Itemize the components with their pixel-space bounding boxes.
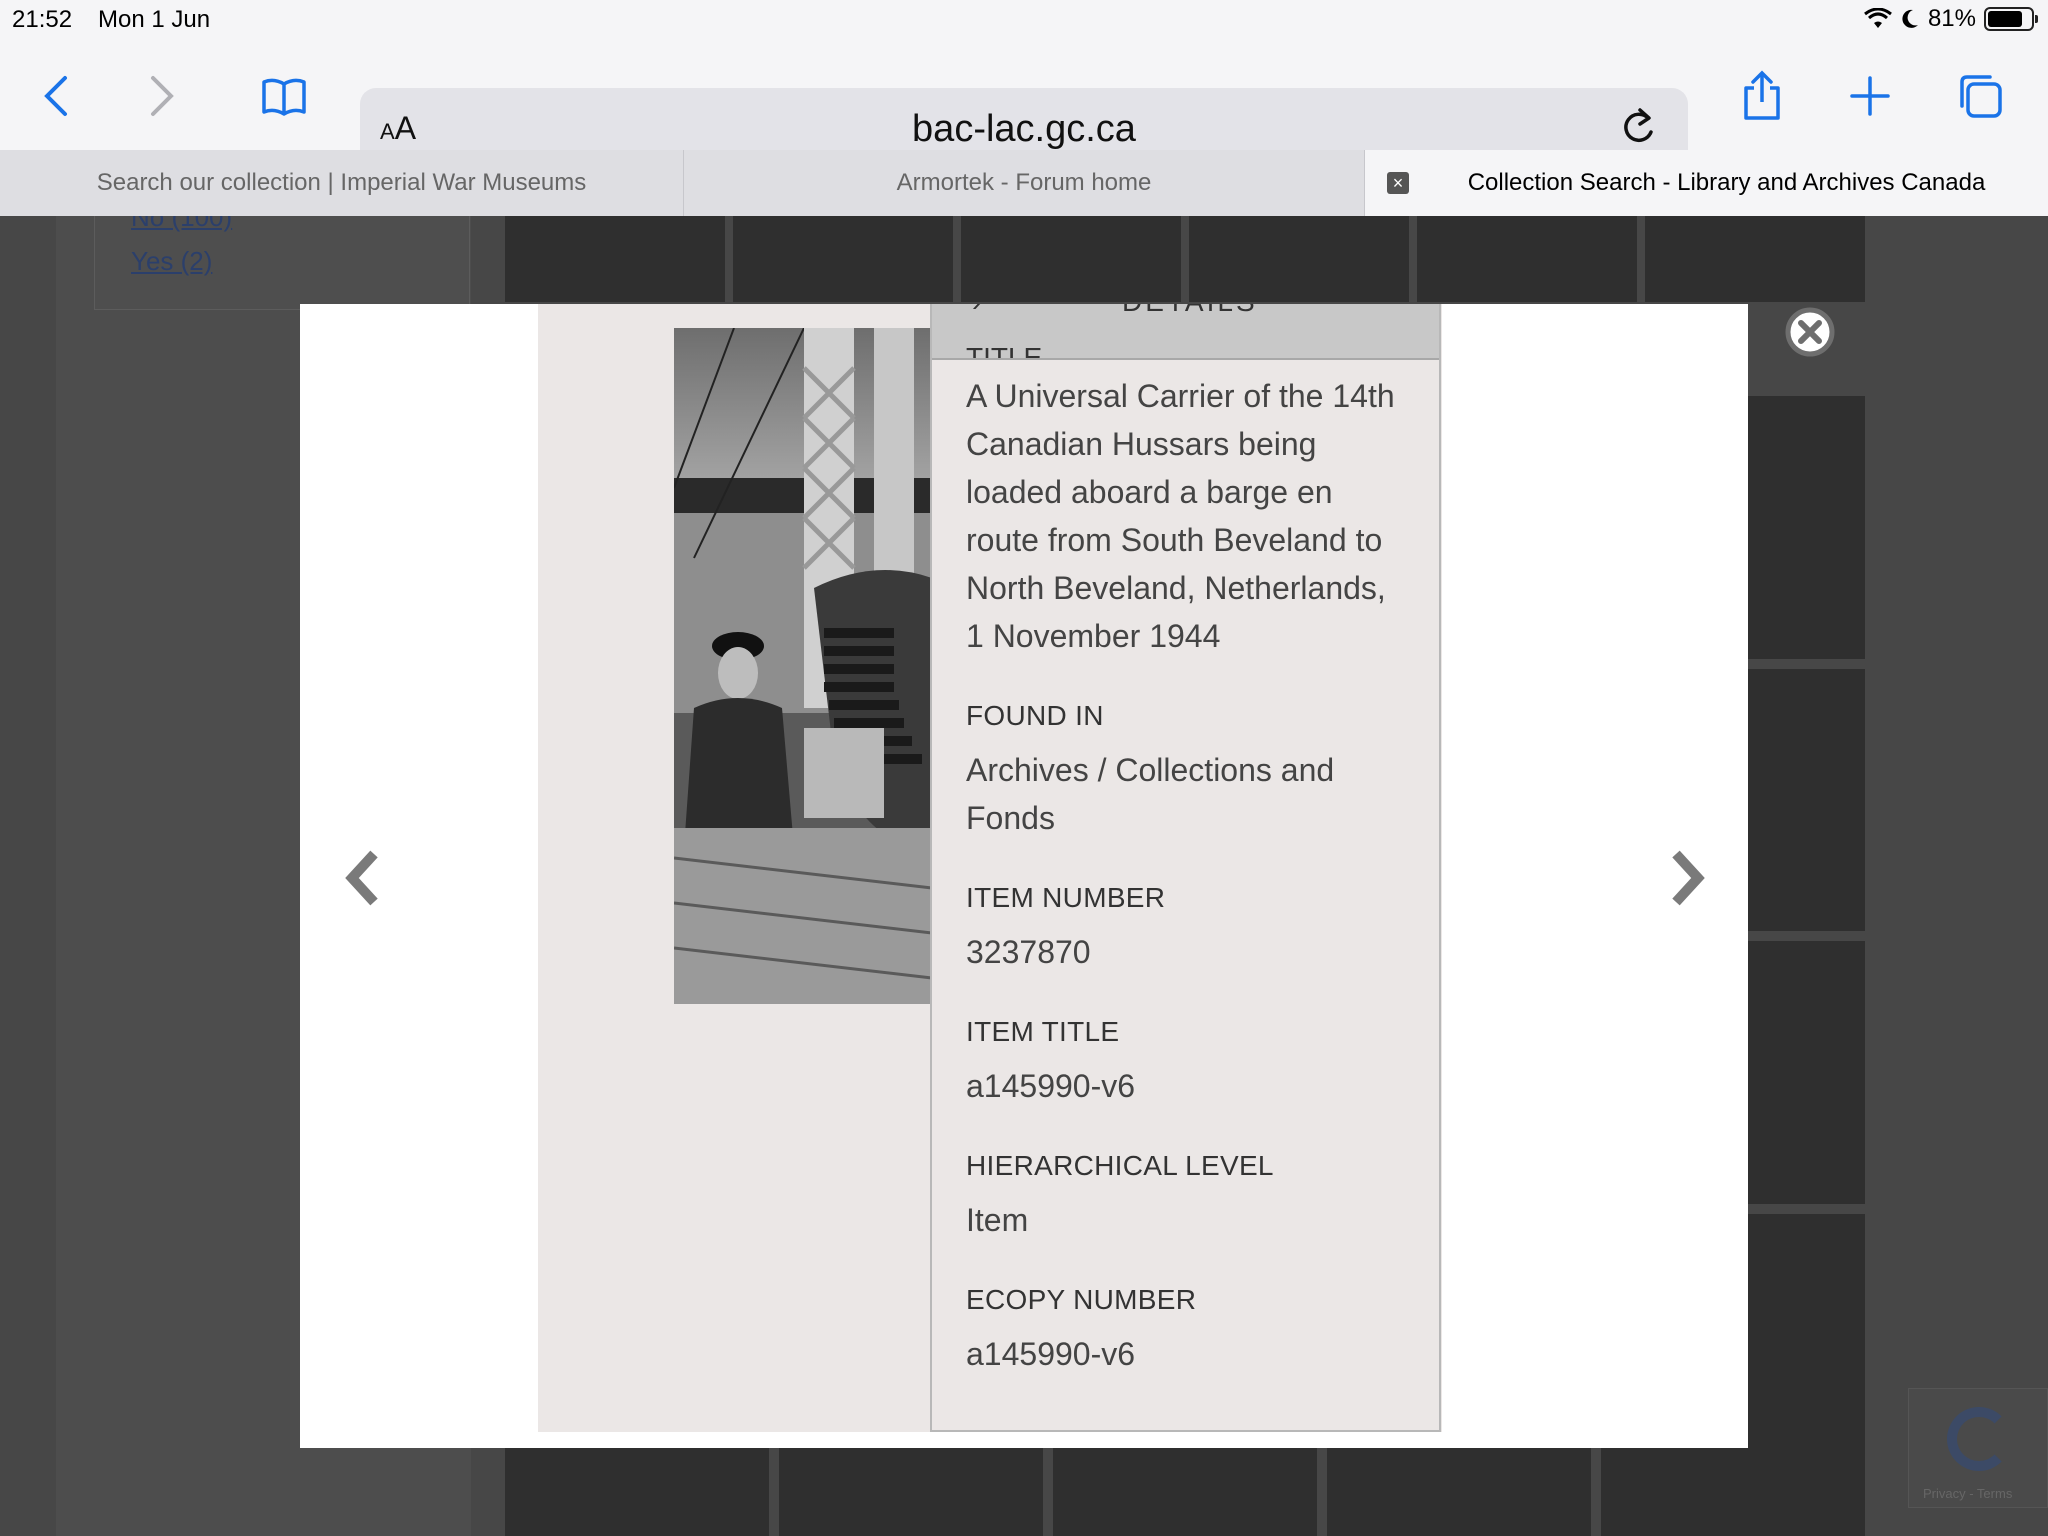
thumbnail[interactable] — [1747, 941, 1865, 1204]
modal-close-button[interactable] — [1784, 306, 1836, 358]
status-date: Mon 1 Jun — [98, 6, 211, 33]
recaptcha-icon — [1947, 1407, 2011, 1471]
tabs-overview-button[interactable] — [1952, 68, 2008, 124]
tab-armortek[interactable]: Armortek - Forum home — [684, 150, 1365, 216]
item-number-value: 3237870 — [966, 934, 1091, 970]
details-heading: DETAILS — [1122, 304, 1258, 318]
hierarchical-level-label: HIERARCHICAL LEVEL — [966, 1150, 1274, 1181]
wifi-icon — [1864, 8, 1892, 28]
thumbnail-row-top — [505, 216, 1865, 302]
url-text[interactable]: bac-lac.gc.ca — [360, 108, 1688, 151]
item-number-label: ITEM NUMBER — [966, 882, 1166, 913]
new-tab-button[interactable] — [1842, 68, 1898, 124]
thumbnail[interactable] — [961, 216, 1181, 302]
battery-icon — [1984, 7, 2038, 31]
field-item-title: ITEM TITLE a145990-v6 — [966, 1016, 1406, 1110]
tabs-overview-icon — [1960, 75, 2002, 118]
new-tab-icon — [1850, 76, 1890, 116]
thumbnail[interactable] — [733, 216, 953, 302]
thumbnail[interactable] — [1645, 216, 1865, 302]
thumbnail[interactable] — [1053, 1448, 1317, 1536]
browser-toolbar: AA bac-lac.gc.ca — [0, 40, 2048, 168]
forward-icon — [151, 76, 174, 116]
bookmarks-button[interactable] — [256, 68, 312, 124]
ecopy-number-value: a145990-v6 — [966, 1336, 1136, 1372]
reload-button[interactable] — [1618, 106, 1658, 155]
thumbnail[interactable] — [1601, 1448, 1865, 1536]
found-in-value: Archives / Collections and Fonds — [966, 752, 1335, 836]
recaptcha-links[interactable]: Privacy - Terms — [1923, 1486, 2012, 1501]
battery-percent: 81% — [1927, 5, 1976, 32]
filter-yes-link[interactable]: Yes (2) — [131, 246, 212, 277]
next-image-button[interactable] — [1668, 848, 1708, 908]
details-chevron-icon: › — [972, 304, 981, 318]
item-title-label: ITEM TITLE — [966, 1016, 1120, 1047]
field-ecopy-number: ECOPY NUMBER a145990-v6 — [966, 1284, 1406, 1378]
status-time: 21:52 — [12, 6, 73, 33]
thumbnail-row-bottom — [505, 1448, 1865, 1536]
back-button[interactable] — [28, 68, 84, 124]
found-in-label: FOUND IN — [966, 700, 1104, 731]
thumbnail[interactable] — [1747, 1213, 1865, 1476]
moon-icon — [1902, 9, 1918, 28]
tab-label: Armortek - Forum home — [896, 169, 1152, 196]
recaptcha-badge[interactable]: Privacy - Terms — [1908, 1388, 2048, 1508]
tab-label: Search our collection | Imperial War Mus… — [96, 169, 587, 196]
status-bar: 21:52 Mon 1 Jun 81% — [0, 0, 2048, 40]
archive-photo[interactable] — [674, 328, 932, 1004]
chevron-left-icon — [345, 850, 378, 906]
tab-imperial-war-museums[interactable]: Search our collection | Imperial War Mus… — [0, 150, 684, 216]
tab-bar: Search our collection | Imperial War Mus… — [0, 150, 2048, 216]
back-icon — [44, 76, 67, 116]
tab-collection-search[interactable]: × Collection Search - Library and Archiv… — [1365, 150, 2048, 216]
filter-box: No (100) Yes (2) — [94, 216, 470, 310]
reload-icon — [1624, 108, 1653, 142]
thumbnail[interactable] — [1417, 216, 1637, 302]
thumbnail[interactable] — [505, 216, 725, 302]
close-circle-icon — [1785, 307, 1835, 357]
photo-image — [674, 328, 932, 1004]
details-panel: › DETAILS TITLE A Universal Carrier of t… — [930, 304, 1441, 1432]
status-right: 81% — [1864, 5, 2038, 33]
bookmarks-icon — [262, 78, 306, 116]
thumbnail[interactable] — [505, 1448, 769, 1536]
field-found-in: FOUND IN Archives / Collections and Fond… — [966, 700, 1406, 842]
title-value: A Universal Carrier of the 14th Canadian… — [966, 378, 1395, 654]
details-body: TITLE A Universal Carrier of the 14th Ca… — [966, 342, 1406, 1408]
hierarchical-level-value: Item — [966, 1202, 1029, 1238]
item-title-value: a145990-v6 — [966, 1068, 1136, 1104]
forward-button[interactable] — [134, 68, 190, 124]
share-icon — [1744, 70, 1780, 120]
previous-image-button[interactable] — [342, 848, 382, 908]
chevron-right-icon — [1672, 850, 1705, 906]
thumbnail-column-right — [1747, 396, 1865, 1476]
thumbnail[interactable] — [779, 1448, 1043, 1536]
thumbnail[interactable] — [1327, 1448, 1591, 1536]
thumbnail[interactable] — [1189, 216, 1409, 302]
field-hierarchical-level: HIERARCHICAL LEVEL Item — [966, 1150, 1406, 1244]
filter-no-link[interactable]: No (100) — [131, 216, 232, 233]
thumbnail[interactable] — [1747, 396, 1865, 659]
share-button[interactable] — [1734, 68, 1790, 124]
field-item-number: ITEM NUMBER 3237870 — [966, 882, 1406, 976]
title-label: TITLE — [966, 342, 1043, 358]
field-title: TITLE A Universal Carrier of the 14th Ca… — [966, 342, 1406, 660]
thumbnail[interactable] — [1747, 668, 1865, 931]
ecopy-number-label: ECOPY NUMBER — [966, 1284, 1197, 1315]
tab-label: Collection Search - Library and Archives… — [1467, 169, 1986, 196]
close-tab-icon[interactable]: × — [1387, 172, 1409, 194]
